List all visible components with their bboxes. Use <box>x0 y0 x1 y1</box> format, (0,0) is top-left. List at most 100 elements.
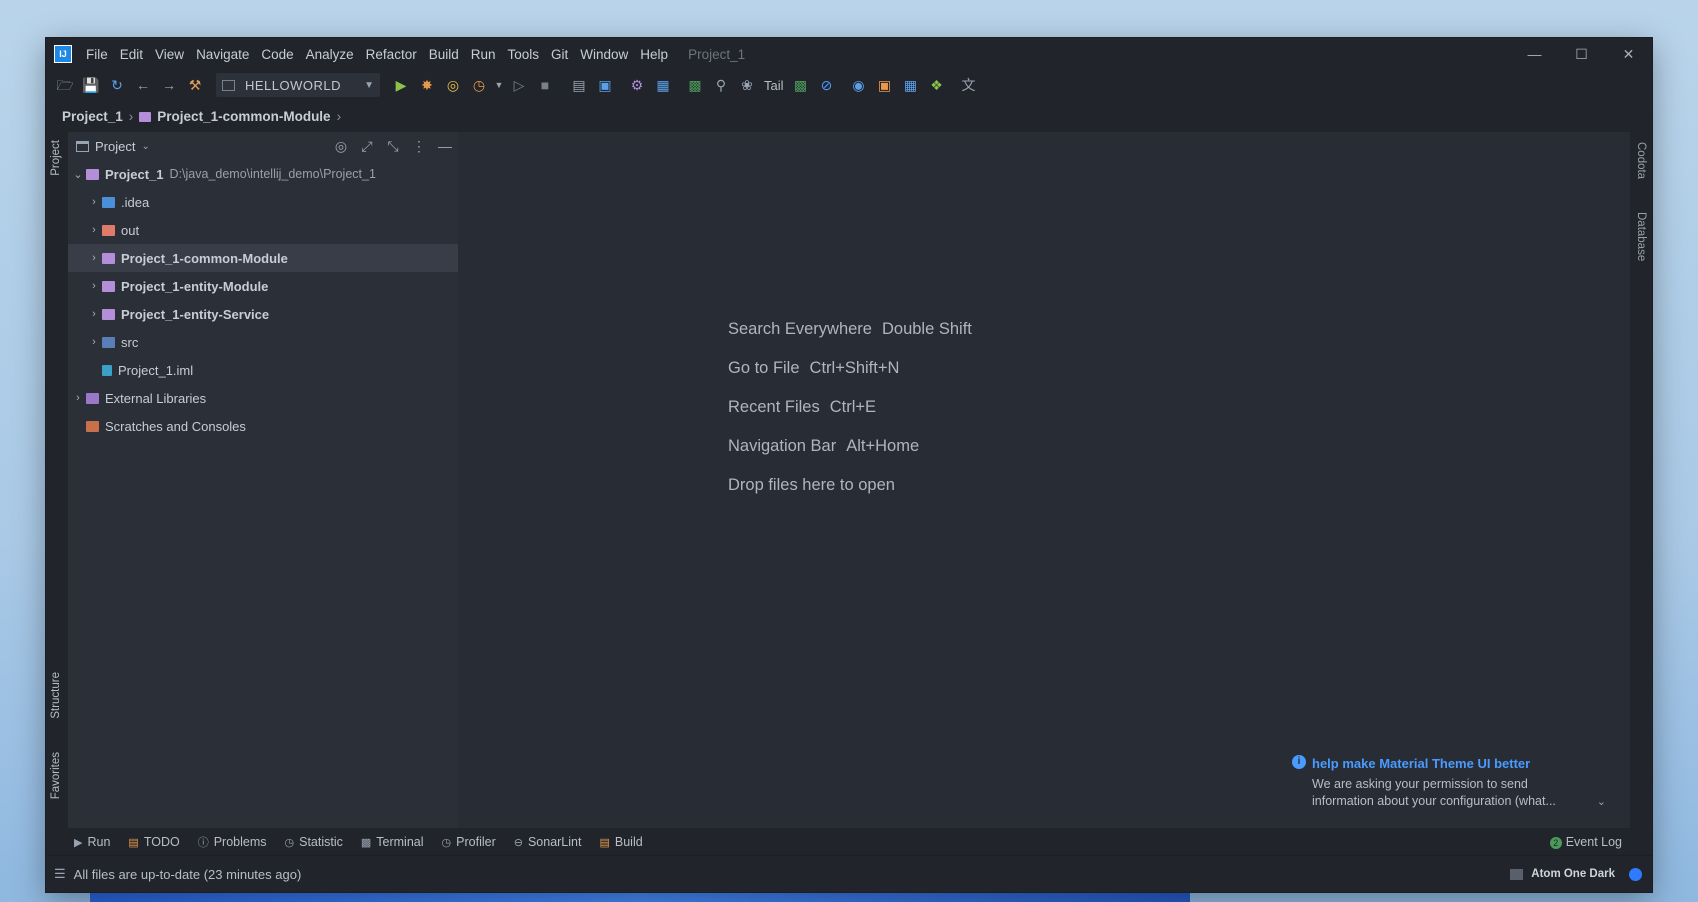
hint-navigation-bar: Navigation Bar Alt+Home <box>728 437 972 476</box>
close-icon[interactable]: ✕ <box>1605 38 1652 70</box>
resume-icon[interactable]: ▷ <box>506 74 532 96</box>
chevron-right-icon[interactable]: › <box>70 392 86 404</box>
tab-event-log[interactable]: 2 Event Log <box>1549 835 1622 849</box>
tree-item-common-module[interactable]: › Project_1-common-Module <box>68 244 458 272</box>
tab-profiler[interactable]: ◷ Profiler <box>442 835 496 849</box>
chevron-down-icon: ▼ <box>364 79 374 91</box>
menu-refactor[interactable]: Refactor <box>360 47 423 62</box>
tree-item-external-libraries[interactable]: › External Libraries <box>68 384 458 412</box>
notification-balloon[interactable]: i help make Material Theme UI better We … <box>1290 746 1620 820</box>
device-icon[interactable]: ▤ <box>566 74 592 96</box>
tree-item-out[interactable]: › out <box>68 216 458 244</box>
console-icon[interactable]: ▩ <box>788 74 814 96</box>
debug-icon[interactable]: ✸ <box>414 74 440 96</box>
tree-item-label: src <box>121 334 139 350</box>
chevron-right-icon[interactable]: › <box>86 308 102 320</box>
chevron-right-icon[interactable]: › <box>86 280 102 292</box>
terminal-icon[interactable]: ▩ <box>682 74 708 96</box>
diagram-icon[interactable]: ▦ <box>898 74 924 96</box>
chevron-down-icon[interactable]: ⌄ <box>70 168 86 181</box>
chevron-right-icon[interactable]: › <box>86 336 102 348</box>
tree-item-entity-service[interactable]: › Project_1-entity-Service <box>68 300 458 328</box>
maximize-icon[interactable]: ☐ <box>1558 38 1605 70</box>
codota-tool-tab[interactable]: Codota <box>1635 142 1647 179</box>
tab-todo[interactable]: ▤ TODO <box>128 835 179 849</box>
chevron-down-icon[interactable]: ⌄ <box>1597 795 1606 808</box>
structure-tool-tab[interactable]: Structure <box>50 672 62 719</box>
tab-statistic[interactable]: ◷ Statistic <box>285 835 343 849</box>
back-arrow-icon[interactable]: ← <box>130 74 156 96</box>
search-icon[interactable]: ⚲ <box>708 74 734 96</box>
menu-code[interactable]: Code <box>255 47 299 62</box>
profile-icon[interactable]: ◷ <box>466 74 492 96</box>
run-icon[interactable]: ▶ <box>388 74 414 96</box>
menu-edit[interactable]: Edit <box>114 47 149 62</box>
menu-file[interactable]: File <box>80 47 114 62</box>
editor-area[interactable]: Search Everywhere Double Shift Go to File… <box>458 132 1630 828</box>
tree-item-entity-module[interactable]: › Project_1-entity-Module <box>68 272 458 300</box>
favorites-tool-tab[interactable]: Favorites <box>50 752 62 799</box>
stop-icon[interactable]: ■ <box>532 74 558 96</box>
expand-all-icon[interactable]: ⤢ <box>354 138 380 155</box>
collapse-all-icon[interactable]: ⤡ <box>380 138 406 155</box>
layers-icon[interactable]: ☰ <box>54 866 66 882</box>
tab-sonarlint[interactable]: ⊖ SonarLint <box>514 835 582 849</box>
breadcrumb-module[interactable]: Project_1-common-Module <box>157 109 330 124</box>
options-menu-icon[interactable]: ⋮ <box>406 138 432 155</box>
main-toolbar: 🗁 💾 ↻ ← → ⚒ HELLOWORLD ▼ ▶ ✸ ◎ ◷ ▼ ▷ ■ ▤… <box>46 70 1652 100</box>
more-run-dropdown-icon[interactable]: ▼ <box>492 74 506 96</box>
menu-run[interactable]: Run <box>465 47 502 62</box>
puzzle-plugin-icon[interactable]: ❖ <box>924 74 950 96</box>
hint-action: Recent Files <box>728 398 820 416</box>
project-tool-tab[interactable]: Project <box>50 140 62 176</box>
tab-problems[interactable]: ⓘ Problems <box>198 834 267 850</box>
theme-switcher[interactable]: Atom One Dark <box>1510 867 1642 881</box>
tree-item-src[interactable]: › src <box>68 328 458 356</box>
menu-git[interactable]: Git <box>545 47 574 62</box>
menu-help[interactable]: Help <box>634 47 674 62</box>
minimize-icon[interactable]: — <box>1511 38 1558 70</box>
tree-item-scratches[interactable]: Scratches and Consoles <box>68 412 458 440</box>
folder-icon <box>102 196 115 208</box>
menu-view[interactable]: View <box>149 47 190 62</box>
menu-window[interactable]: Window <box>574 47 634 62</box>
settings-gear-icon[interactable]: ⚙ <box>624 74 650 96</box>
hide-panel-icon[interactable]: — <box>432 138 458 155</box>
project-structure-icon[interactable]: ▦ <box>650 74 676 96</box>
tab-label: Terminal <box>376 835 424 849</box>
save-icon[interactable]: 💾 <box>78 74 104 96</box>
sync-icon[interactable]: ↻ <box>104 74 130 96</box>
tab-run[interactable]: ▶ Run <box>74 835 110 849</box>
coverage-icon[interactable]: ◎ <box>440 74 466 96</box>
record-icon[interactable]: ◉ <box>846 74 872 96</box>
project-view-select[interactable]: Project <box>95 139 135 154</box>
breadcrumb-project[interactable]: Project_1 <box>62 109 123 124</box>
build-hammer-icon[interactable]: ⚒ <box>182 74 208 96</box>
tree-item-iml[interactable]: Project_1.iml <box>68 356 458 384</box>
tail-button[interactable]: Tail <box>760 78 788 93</box>
translate-icon[interactable]: 文 <box>956 74 982 96</box>
locate-target-icon[interactable]: ◎ <box>328 138 354 155</box>
database-tool-tab[interactable]: Database <box>1635 212 1647 261</box>
tree-root[interactable]: ⌄ Project_1 D:\java_demo\intellij_demo\P… <box>68 160 458 188</box>
plugin-bug-icon[interactable]: ❀ <box>734 74 760 96</box>
tree-item-idea[interactable]: › .idea <box>68 188 458 216</box>
chevron-right-icon[interactable]: › <box>86 224 102 236</box>
menu-build[interactable]: Build <box>423 47 465 62</box>
menu-analyze[interactable]: Analyze <box>300 47 360 62</box>
forward-arrow-icon[interactable]: → <box>156 74 182 96</box>
chevron-right-icon: › <box>336 108 342 124</box>
menu-navigate[interactable]: Navigate <box>190 47 255 62</box>
run-configuration-select[interactable]: HELLOWORLD ▼ <box>216 73 380 97</box>
tab-terminal[interactable]: ▩ Terminal <box>361 835 424 849</box>
layout-icon[interactable]: ▣ <box>872 74 898 96</box>
disable-icon[interactable]: ⊘ <box>814 74 840 96</box>
open-folder-icon[interactable]: 🗁 <box>52 74 78 96</box>
chevron-down-icon[interactable]: ⌄ <box>141 141 149 152</box>
chevron-right-icon[interactable]: › <box>86 252 102 264</box>
sdk-manager-icon[interactable]: ▣ <box>592 74 618 96</box>
chevron-right-icon[interactable]: › <box>86 196 102 208</box>
notification-title-link[interactable]: help make Material Theme UI better <box>1312 756 1530 771</box>
menu-tools[interactable]: Tools <box>502 47 546 62</box>
tab-build[interactable]: ▤ Build <box>599 835 642 849</box>
